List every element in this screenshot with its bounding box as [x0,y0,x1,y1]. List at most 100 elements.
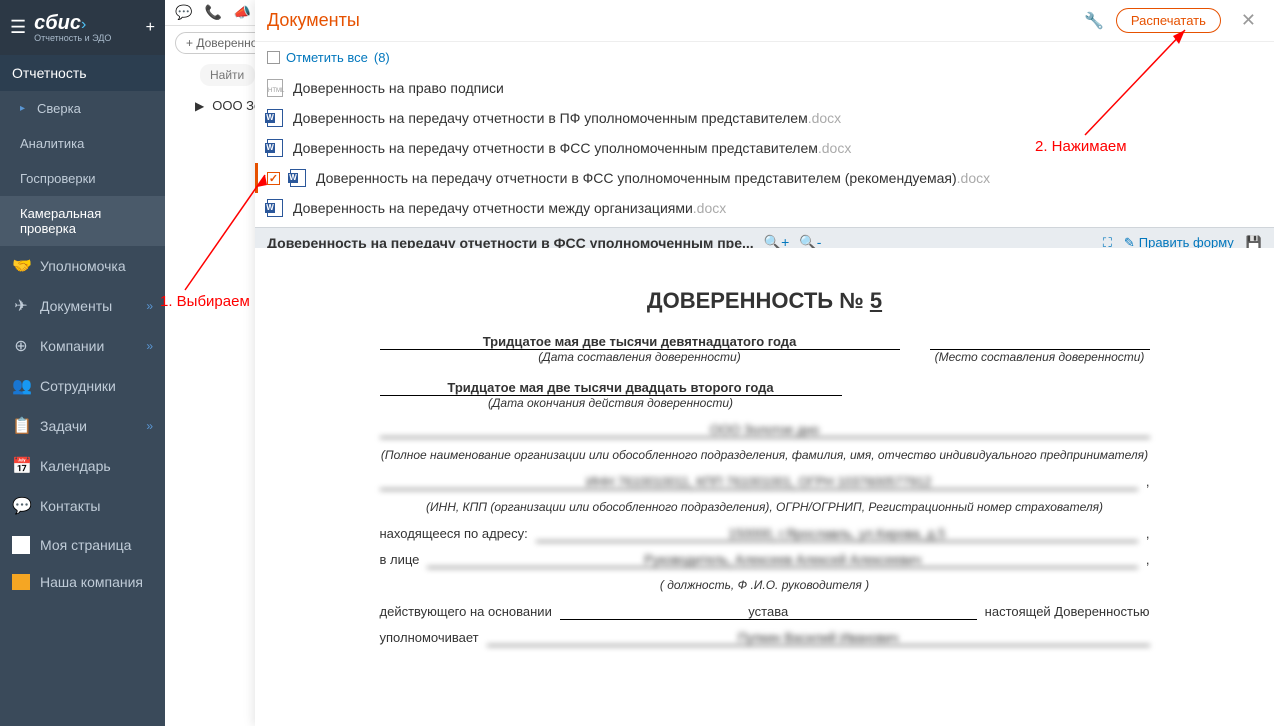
document-row[interactable]: Доверенность на передачу отчетности в ПФ… [255,103,1274,133]
document-row[interactable]: HTML Доверенность на право подписи [255,73,1274,103]
basis-label: действующего на основании [380,604,552,619]
address-label: находящееся по адресу: [380,526,528,541]
print-button[interactable]: Распечатать [1116,8,1221,33]
date-issue-hint: (Дата составления доверенности) [380,350,900,364]
sidebar: ☰ сбис› Отчетность и ЭДО + Отчетность ▸ … [0,0,165,726]
section-title: Отчетность [0,55,165,91]
modal-header: Документы 🔧 Распечатать ✕ [255,0,1274,42]
document-ext: .docx [818,140,851,156]
chat-bubble-icon[interactable]: 💬 [175,4,192,21]
preview-body[interactable]: ДОВЕРЕННОСТЬ № 5 Тридцатое мая две тысяч… [255,248,1274,726]
search-row [200,64,255,86]
authorized-blurred: Пупкин Василий Иванович [487,630,1150,646]
word-file-icon [267,199,283,217]
sidebar-item-label: Контакты [40,498,100,514]
sidebar-item-label: Аналитика [20,136,84,151]
person-blurred: Руководитель, Алексеев Алексей Алексееви… [427,552,1137,568]
company-icon [12,574,30,590]
clipboard-icon: 📋 [12,416,30,436]
close-icon[interactable]: ✕ [1235,10,1262,31]
document-row-selected[interactable]: ✓ Доверенность на передачу отчетности в … [255,163,1274,193]
word-file-icon [290,169,306,187]
calendar-icon: 📅 [12,456,30,476]
logo-subtitle: Отчетность и ЭДО [34,33,111,43]
chevron-right-icon: » [146,299,153,313]
document-list: HTML Доверенность на право подписи Довер… [255,69,1274,227]
annotation-step1: 1. Выбираем [160,293,250,310]
chat-icon: 💬 [12,496,30,516]
handshake-icon: 🤝 [12,256,30,276]
sidebar-item-employees[interactable]: 👥 Сотрудники [0,366,165,406]
sidebar-item-ourcompany[interactable]: Наша компания [0,564,165,600]
person-label: в лице [380,552,420,567]
org-name-blurred: ООО Золотое дно [380,422,1150,438]
documents-modal: Документы 🔧 Распечатать ✕ Отметить все (… [255,0,1274,726]
menu-icon[interactable]: ☰ [10,17,26,38]
authorize-label: уполномочивает [380,630,479,645]
document-heading: ДОВЕРЕННОСТЬ № 5 [380,288,1150,314]
word-file-icon [267,109,283,127]
checkbox-empty-icon[interactable] [267,51,280,64]
sidebar-item-mypage[interactable]: Моя страница [0,526,165,564]
caret-icon: ▸ [20,103,25,114]
add-plus-icon[interactable]: + [146,19,155,37]
sidebar-item-label: Камеральная проверка [20,206,153,236]
sidebar-item-label: Документы [40,298,112,314]
chevron-right-icon: » [146,339,153,353]
logo-block[interactable]: сбис› Отчетность и ЭДО [34,12,111,43]
html-file-icon: HTML [267,79,283,97]
sidebar-item-gosproverki[interactable]: Госпроверки [0,161,165,196]
doc-number: 5 [870,288,882,313]
org-hint: (Полное наименование организации или обо… [380,448,1150,462]
megaphone-icon[interactable]: 📣 [234,4,251,21]
sidebar-item-documents[interactable]: ✈ Документы » [0,286,165,326]
document-row[interactable]: Доверенность на передачу отчетности в ФС… [255,133,1274,163]
sidebar-item-contacts[interactable]: 💬 Контакты [0,486,165,526]
document-label: Доверенность на право подписи [293,80,504,96]
document-label: Доверенность на передачу отчетности в ФС… [293,140,818,156]
phone-icon[interactable]: 📞 [204,4,221,21]
sidebar-item-label: Календарь [40,458,111,474]
title-prefix: ДОВЕРЕННОСТЬ № [647,288,864,313]
place-hint: (Место составления доверенности) [930,350,1150,364]
sidebar-item-tasks[interactable]: 📋 Задачи » [0,406,165,446]
document-ext: .docx [957,170,990,186]
sidebar-item-label: Компании [40,338,104,354]
person-hint: ( должность, Ф .И.О. руководителя ) [380,578,1150,592]
sidebar-item-label: Моя страница [40,537,131,553]
document-row[interactable]: Доверенность на передачу отчетности межд… [255,193,1274,223]
sidebar-item-kameralnaya[interactable]: Камеральная проверка [0,196,165,246]
sidebar-header: ☰ сбис› Отчетность и ЭДО + [0,0,165,55]
sidebar-item-label: Госпроверки [20,171,96,186]
document-label: Доверенность на передачу отчетности в ПФ… [293,110,808,126]
people-icon: 👥 [12,376,30,396]
word-file-icon [267,139,283,157]
sidebar-item-label: Уполномочка [40,258,126,274]
date-end: Тридцатое мая две тысячи двадцать второг… [380,380,842,396]
document-ext: .docx [808,110,841,126]
inn-hint: (ИНН, КПП (организации или обособленного… [380,500,1150,514]
date-issue: Тридцатое мая две тысячи девятнадцатого … [380,334,900,350]
sidebar-item-analytics[interactable]: Аналитика [0,126,165,161]
place-value [930,334,1150,350]
checkbox-checked-icon[interactable]: ✓ [267,172,280,185]
wrench-icon[interactable]: 🔧 [1084,11,1104,31]
logo-text: сбис [34,12,81,34]
sidebar-item-calendar[interactable]: 📅 Календарь [0,446,165,486]
sidebar-item-label: Сверка [37,101,81,116]
basis-suffix: настоящей Доверенностью [985,604,1150,619]
sidebar-item-label: Задачи [40,418,87,434]
sidebar-item-label: Наша компания [40,574,143,590]
date-end-hint: (Дата окончания действия доверенности) [380,396,842,410]
inn-blurred: ИНН 7610010011, КПП 761001001, ОГРН 1037… [380,474,1138,490]
sidebar-item-sverka[interactable]: ▸ Сверка [0,91,165,126]
mark-all-row[interactable]: Отметить все (8) [255,42,1274,69]
document-label: Доверенность на передачу отчетности межд… [293,200,693,216]
sidebar-item-companies[interactable]: ⊕ Компании » [0,326,165,366]
address-blurred: 150000, г.Ярославль, ул.Кирова, д.5 [536,526,1138,542]
search-input[interactable] [200,64,255,86]
document-page: ДОВЕРЕННОСТЬ № 5 Тридцатое мая две тысяч… [340,258,1190,686]
sidebar-item-upolnomochka[interactable]: 🤝 Уполномочка [0,246,165,286]
chevron-right-icon: » [146,419,153,433]
globe-icon: ⊕ [12,336,30,356]
